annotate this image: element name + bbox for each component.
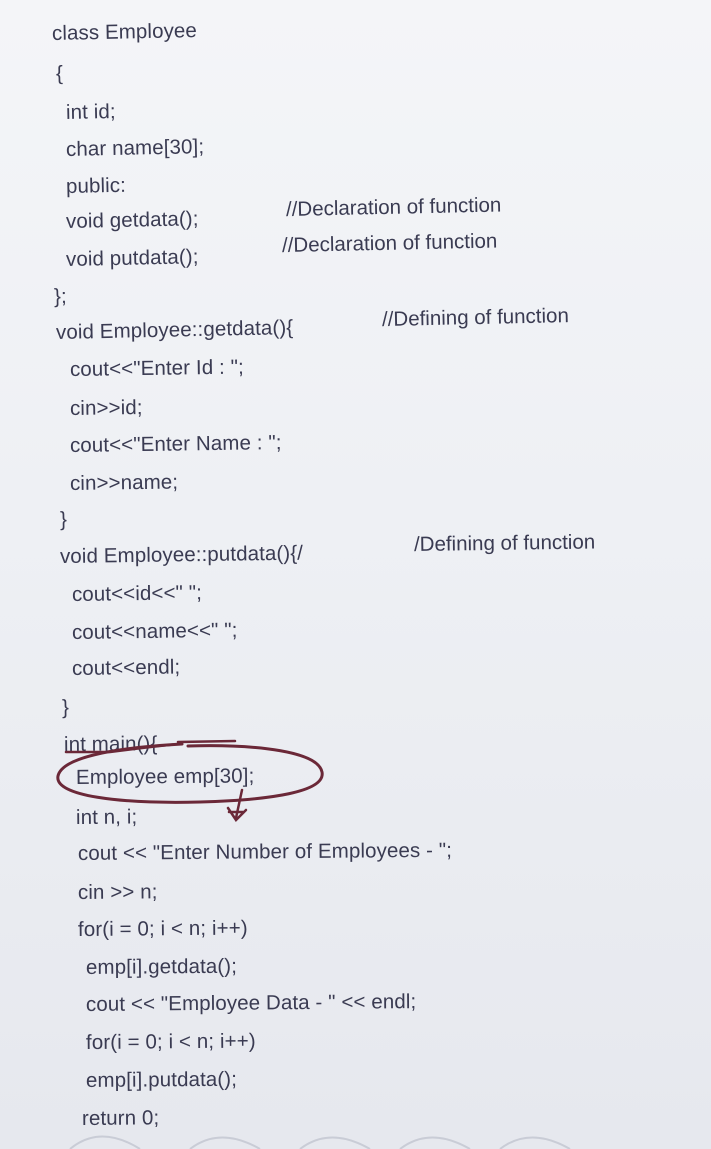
code-line-emp-array: Employee emp[30]; xyxy=(75,764,255,789)
comment-putdata-def: /Defining of function xyxy=(413,530,596,556)
code-line-open-brace: { xyxy=(55,61,64,85)
code-line-for-putdata: for(i = 0; i < n; i++) xyxy=(85,1029,256,1054)
code-line-for-getdata: for(i = 0; i < n; i++) xyxy=(77,916,248,941)
code-line-class-decl: class Employee xyxy=(51,18,198,45)
code-line-cout-name: cout<<name<<" "; xyxy=(71,618,238,644)
code-line-cout-id: cout<<id<<" "; xyxy=(71,581,203,606)
code-line-cout-enter-id: cout<<"Enter Id : "; xyxy=(69,355,244,381)
code-line-cin-name: cin>>name; xyxy=(69,470,179,495)
code-line-close-putdata: } xyxy=(61,695,70,719)
photo-page: class Employee { int id; char name[30]; … xyxy=(0,0,711,1149)
code-line-getdata-def: void Employee::getdata(){ xyxy=(55,316,294,344)
code-line-main: int main(){ xyxy=(63,732,158,756)
code-line-cin-id: cin>>id; xyxy=(69,395,143,420)
code-line-cout-number: cout << "Enter Number of Employees - "; xyxy=(77,838,453,865)
code-line-cout-employee-data: cout << "Employee Data - " << endl; xyxy=(85,990,417,1016)
comment-putdata-decl: //Declaration of function xyxy=(281,229,498,257)
code-line-putdata-decl: void putdata(); xyxy=(65,245,199,271)
code-line-cout-enter-name: cout<<"Enter Name : "; xyxy=(69,431,282,457)
comment-getdata-decl: //Declaration of function xyxy=(285,193,502,221)
code-line-putdata-def: void Employee::putdata(){/ xyxy=(59,541,304,568)
code-line-emp-getdata: emp[i].getdata(); xyxy=(85,954,238,979)
code-line-int-n-i: int n, i; xyxy=(75,805,138,829)
code-line-cin-n: cin >> n; xyxy=(77,880,158,904)
code-line-cout-endl: cout<<endl; xyxy=(71,655,181,680)
comment-getdata-def: //Defining of function xyxy=(381,304,570,331)
bottom-edge-arcs xyxy=(69,1135,571,1149)
code-line-emp-putdata: emp[i].putdata(); xyxy=(85,1067,238,1092)
code-line-getdata-decl: void getdata(); xyxy=(65,207,199,233)
code-line-public: public: xyxy=(65,173,127,198)
code-line-close-getdata: } xyxy=(59,507,68,531)
code-line-close-class: }; xyxy=(53,284,67,308)
code-line-int-id: int id; xyxy=(65,99,116,124)
code-line-char-name: char name[30]; xyxy=(65,135,205,161)
